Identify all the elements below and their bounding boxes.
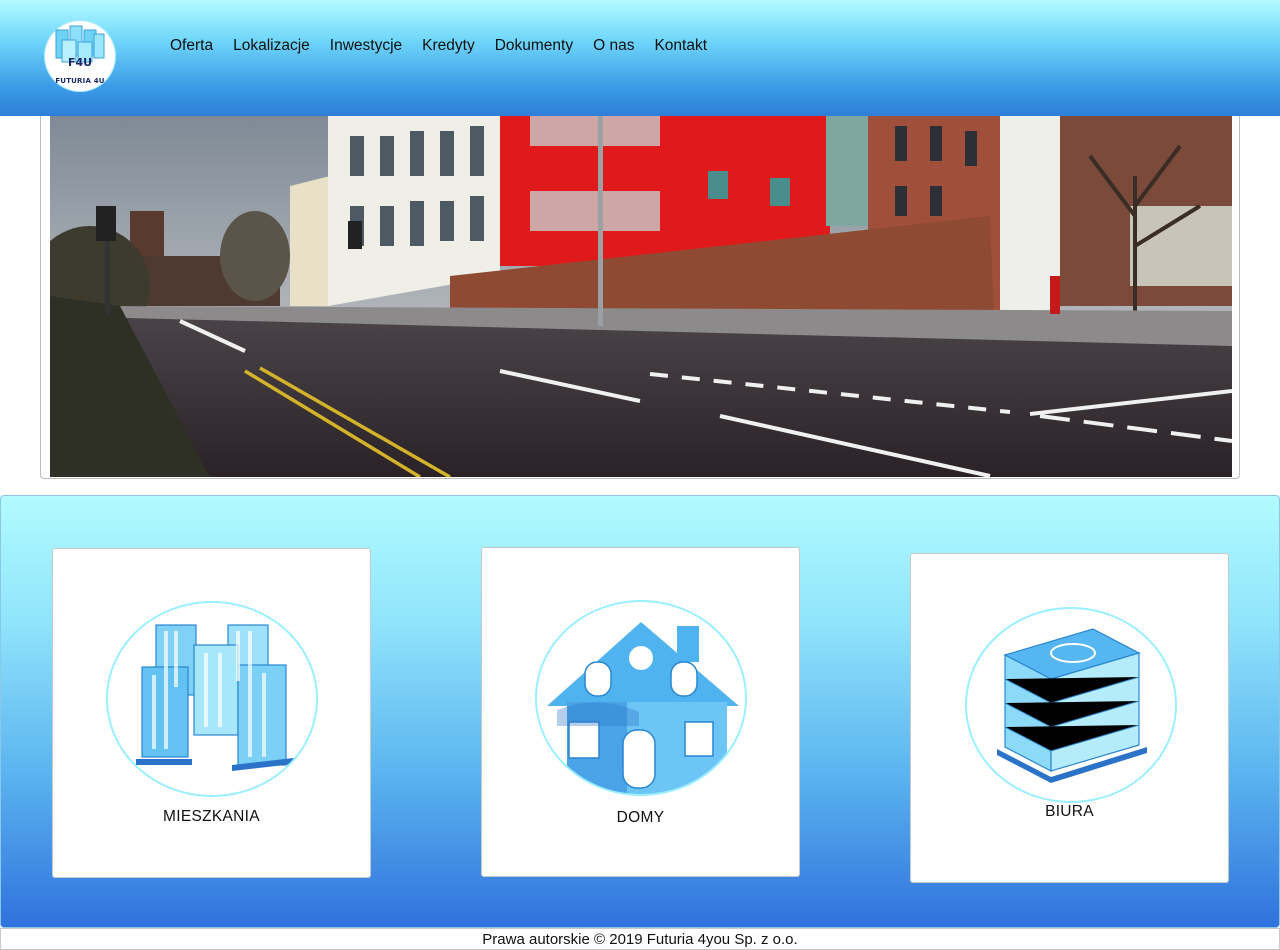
site-logo[interactable]: F4U FUTURIA 4U (44, 20, 116, 92)
nav-item-inwestycje[interactable]: Inwestycje (330, 36, 402, 56)
hero-image (50, 116, 1232, 477)
logo-caption: FUTURIA 4U (55, 77, 105, 85)
categories-section: MIESZKANIA DOMY BIURA (0, 495, 1280, 928)
nav-item-kredyty[interactable]: Kredyty (422, 36, 475, 56)
nav-item-lokalizacje[interactable]: Lokalizacje (233, 36, 310, 56)
category-card-biura[interactable]: BIURA (910, 553, 1229, 883)
nav-item-kontakt[interactable]: Kontakt (654, 36, 707, 56)
main-nav: Oferta Lokalizacje Inwestycje Kredyty Do… (170, 36, 707, 56)
nav-item-dokumenty[interactable]: Dokumenty (495, 36, 573, 56)
street-scene-image (50, 116, 1232, 477)
hero-section (40, 116, 1240, 479)
category-card-domy[interactable]: DOMY (481, 547, 800, 877)
site-footer: Prawa autorskie © 2019 Futuria 4you Sp. … (0, 928, 1280, 950)
site-header: F4U FUTURIA 4U Oferta Lokalizacje Inwest… (0, 0, 1280, 116)
office-building-icon (965, 607, 1177, 803)
logo-mark: F4U (67, 56, 93, 69)
category-label-mieszkania: MIESZKANIA (163, 808, 260, 825)
category-label-domy: DOMY (616, 809, 665, 826)
category-card-mieszkania[interactable]: MIESZKANIA (52, 548, 371, 878)
category-label-biura: BIURA (1045, 803, 1094, 820)
apartment-blocks-icon (106, 601, 318, 797)
nav-item-oferta[interactable]: Oferta (170, 36, 213, 56)
copyright-text: Prawa autorskie © 2019 Futuria 4you Sp. … (482, 931, 798, 948)
house-icon (535, 600, 747, 796)
nav-item-o-nas[interactable]: O nas (593, 36, 634, 56)
